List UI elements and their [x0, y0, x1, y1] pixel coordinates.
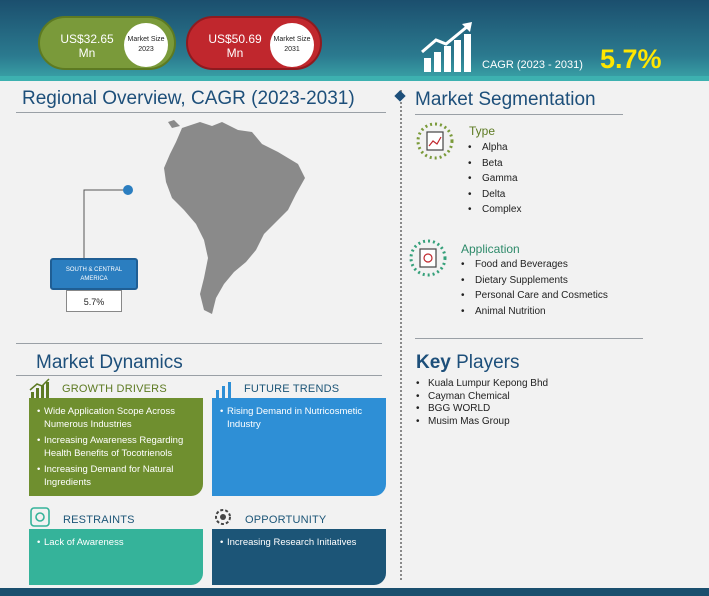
market-segmentation-title: Market Segmentation — [415, 89, 596, 110]
map-pin-icon — [123, 185, 133, 195]
vertical-divider — [400, 90, 402, 580]
segmentation-bottom-rule — [415, 338, 643, 339]
future-trend-item: Rising Demand in Nutricosmetic Industry — [220, 406, 378, 431]
type-heading: Type — [469, 124, 496, 138]
region-leader-line — [83, 185, 133, 260]
type-list: Alpha Beta Gamma Delta Complex — [468, 142, 521, 220]
cagr-value: 5.7% — [600, 44, 662, 74]
future-trends-box: Rising Demand in Nutricosmetic Industry — [212, 398, 386, 496]
cagr-label: CAGR (2023 - 2031) — [482, 59, 583, 71]
key-players-title-rest: Players — [450, 352, 520, 373]
growth-drivers-heading: GROWTH DRIVERS — [62, 383, 167, 395]
region-label-box: SOUTH & CENTRAL AMERICA — [50, 258, 138, 290]
type-item: Beta — [468, 158, 521, 174]
market-size-2031-label: Market Size 2031 — [270, 23, 314, 67]
key-player-item: Kuala Lumpur Kepong Bhd — [416, 378, 548, 391]
application-item: Food and Beverages — [461, 259, 608, 275]
restraints-box: Lack of Awareness — [29, 529, 203, 585]
growth-driver-item: Increasing Demand for Natural Ingredient… — [37, 464, 195, 489]
key-player-item: Musim Mas Group — [416, 416, 548, 429]
regional-bottom-rule — [16, 343, 382, 344]
growth-drivers-box: Wide Application Scope Across Numerous I… — [29, 398, 203, 496]
application-item: Dietary Supplements — [461, 275, 608, 291]
footer-bar — [0, 588, 709, 596]
application-list: Food and Beverages Dietary Supplements P… — [461, 259, 608, 321]
application-heading: Application — [461, 242, 520, 256]
growth-driver-item: Increasing Awareness Regarding Health Be… — [37, 435, 195, 460]
trends-icon — [214, 382, 234, 399]
opportunity-box: Increasing Research Initiatives — [212, 529, 386, 585]
opportunity-heading: OPPORTUNITY — [245, 514, 327, 526]
regional-overview-title: Regional Overview, CAGR (2023-2031) — [22, 88, 355, 109]
market-size-2023-value: US$32.65 Mn — [60, 32, 114, 60]
type-item: Gamma — [468, 173, 521, 189]
opportunity-icon — [215, 509, 231, 525]
drivers-icon — [29, 378, 50, 398]
market-size-2031-pill: US$50.69 Mn Market Size 2031 — [186, 16, 322, 70]
type-icon — [416, 122, 454, 160]
application-icon — [409, 239, 447, 277]
segmentation-title-rule — [415, 114, 623, 115]
south-america-map — [164, 120, 305, 314]
restraints-heading: RESTRAINTS — [63, 514, 135, 526]
opportunity-item: Increasing Research Initiatives — [220, 537, 378, 550]
key-player-item: BGG WORLD — [416, 403, 548, 416]
growth-driver-item: Wide Application Scope Across Numerous I… — [37, 406, 195, 431]
key-players-list: Kuala Lumpur Kepong Bhd Cayman Chemical … — [416, 378, 548, 429]
market-size-2023-label: Market Size 2023 — [124, 23, 168, 67]
region-cagr-value: 5.7% — [66, 290, 122, 312]
header-accent-strip — [0, 76, 709, 81]
key-players-title: Key Players — [416, 352, 520, 374]
key-players-title-bold: Key — [416, 352, 451, 373]
market-dynamics-title: Market Dynamics — [36, 352, 183, 373]
key-player-item: Cayman Chemical — [416, 391, 548, 404]
type-item: Complex — [468, 204, 521, 220]
restraints-icon — [30, 507, 50, 527]
future-trends-heading: FUTURE TRENDS — [244, 383, 340, 395]
dynamics-title-rule — [16, 375, 382, 376]
type-item: Alpha — [468, 142, 521, 158]
restraint-item: Lack of Awareness — [37, 537, 195, 550]
application-item: Animal Nutrition — [461, 306, 608, 322]
divider-diamond — [394, 90, 406, 102]
market-size-2023-pill: US$32.65 Mn Market Size 2023 — [38, 16, 176, 70]
market-size-2031-value: US$50.69 Mn — [208, 32, 262, 60]
regional-title-rule — [16, 112, 386, 113]
type-item: Delta — [468, 189, 521, 205]
application-item: Personal Care and Cosmetics — [461, 290, 608, 306]
growth-chart-icon — [421, 22, 472, 72]
